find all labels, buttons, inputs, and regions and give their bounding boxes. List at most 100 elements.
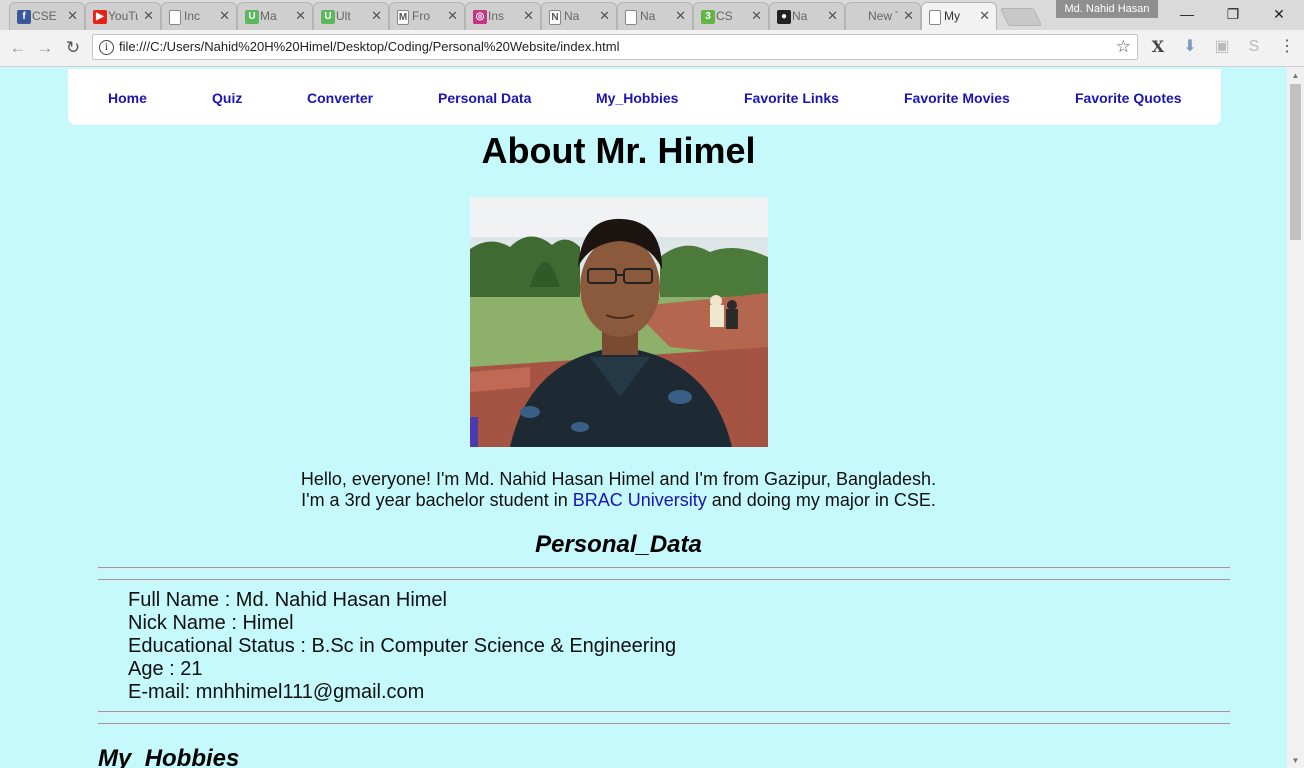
tab-title: Inc xyxy=(184,9,201,23)
tab-title: Na xyxy=(792,9,808,23)
tab-favicon-icon: M xyxy=(397,10,409,25)
nav-personal-data[interactable]: Personal Data xyxy=(438,69,531,128)
tab-favicon-icon: N xyxy=(549,10,561,25)
scroll-down-icon[interactable]: ▼ xyxy=(1287,756,1304,765)
intro-line-2-start: I'm a 3rd year bachelor student in xyxy=(301,490,573,510)
tab-title: Na xyxy=(640,9,656,23)
tab-favicon-icon: f xyxy=(17,10,31,24)
divider xyxy=(98,723,1230,725)
personal-details: Full Name : Md. Nahid Hasan Himel Nick N… xyxy=(128,589,676,704)
tab-favicon-icon xyxy=(169,10,181,25)
close-window-icon[interactable]: ✕ xyxy=(1256,0,1302,28)
restore-icon[interactable]: ❐ xyxy=(1210,0,1256,28)
page-viewport: Home Quiz Converter Personal Data My_Hob… xyxy=(0,67,1287,768)
tab-close-icon[interactable]: ✕ xyxy=(523,3,534,29)
tab-close-icon[interactable]: ✕ xyxy=(447,3,458,29)
tab-close-icon[interactable]: ✕ xyxy=(979,3,990,29)
download-icon[interactable]: ⬇ xyxy=(1179,36,1201,58)
profile-photo xyxy=(470,197,768,447)
scroll-up-icon[interactable]: ▲ xyxy=(1287,71,1304,80)
bookmark-star-icon[interactable]: ☆ xyxy=(1116,35,1131,59)
browser-tab[interactable]: U Ma ✕ xyxy=(237,2,313,30)
intro-line-1: Hello, everyone! I'm Md. Nahid Hasan Him… xyxy=(300,469,937,489)
tab-close-icon[interactable]: ✕ xyxy=(675,3,686,29)
tab-favicon-icon xyxy=(625,10,637,25)
nav-quiz[interactable]: Quiz xyxy=(212,69,242,128)
tab-title: Fro xyxy=(412,9,430,23)
tab-favicon-icon: ◎ xyxy=(473,10,487,24)
tab-strip: fCSE✕▶YouTube✕Inc✕UMa✕UUlt✕MFro✕◎Ins✕NNa… xyxy=(0,0,1304,30)
detail-age: Age : 21 xyxy=(128,658,203,680)
forward-icon[interactable]: → xyxy=(33,36,57,60)
my-hobbies-heading: My_Hobbies xyxy=(98,745,240,768)
tab-close-icon[interactable]: ✕ xyxy=(219,3,230,29)
nav-favorite-movies[interactable]: Favorite Movies xyxy=(904,69,1010,128)
intro-line-2: I'm a 3rd year bachelor student in BRAC … xyxy=(0,490,1237,511)
browser-tab[interactable]: N Na ✕ xyxy=(541,2,617,30)
vertical-scrollbar[interactable]: ▲ ▼ xyxy=(1287,67,1304,768)
intro-line-2-end: and doing my major in CSE. xyxy=(706,490,936,510)
browser-toolbar: ← → ↻ i file:///C:/Users/Nahid%20H%20Him… xyxy=(0,30,1304,67)
detail-nick-name: Nick Name : Himel xyxy=(128,612,294,634)
tab-title: My xyxy=(944,9,960,23)
tab-favicon-icon: U xyxy=(321,10,335,24)
tab-close-icon[interactable]: ✕ xyxy=(67,3,78,29)
detail-email: E-mail: mnhhimel111@gmail.com xyxy=(128,681,425,703)
tab-favicon-icon: 3 xyxy=(701,10,715,24)
detail-full-name: Full Name : Md. Nahid Hasan Himel xyxy=(128,589,447,611)
tab-close-icon[interactable]: ✕ xyxy=(371,3,382,29)
browser-tab[interactable]: New Ta ✕ xyxy=(845,2,921,30)
browser-tab[interactable]: M Fro ✕ xyxy=(389,2,465,30)
minimize-icon[interactable]: — xyxy=(1164,0,1210,28)
address-bar[interactable]: i file:///C:/Users/Nahid%20H%20Himel/Des… xyxy=(92,34,1138,60)
reload-icon[interactable]: ↻ xyxy=(61,36,85,60)
browser-tab[interactable]: My ✕ xyxy=(921,2,997,30)
brac-university-link[interactable]: BRAC University xyxy=(573,490,707,510)
nav-favorite-quotes[interactable]: Favorite Quotes xyxy=(1075,69,1182,128)
tab-favicon-icon: ● xyxy=(777,10,791,24)
tab-title: Ult xyxy=(336,9,351,23)
extension-x-icon[interactable]: X xyxy=(1147,36,1169,58)
tab-close-icon[interactable]: ✕ xyxy=(143,3,154,29)
scroll-thumb[interactable] xyxy=(1290,84,1301,240)
tab-title: Ins xyxy=(488,9,505,23)
profile-name[interactable]: Md. Nahid Hasan xyxy=(1056,0,1158,18)
tab-title: New Ta xyxy=(868,9,898,23)
browser-tab[interactable]: f CSE ✕ xyxy=(9,2,85,30)
intro-text: Hello, everyone! I'm Md. Nahid Hasan Him… xyxy=(0,469,1237,511)
address-url[interactable]: file:///C:/Users/Nahid%20H%20Himel/Deskt… xyxy=(119,35,620,59)
tab-favicon-icon xyxy=(929,10,941,25)
browser-tab[interactable]: Na ✕ xyxy=(617,2,693,30)
tab-title: CSE xyxy=(32,9,57,23)
divider xyxy=(98,579,1230,581)
tab-title: YouTube xyxy=(108,9,138,23)
browser-tab[interactable]: ▶YouTube ✕ xyxy=(85,2,161,30)
menu-kebab-icon[interactable]: ⋮ xyxy=(1276,36,1298,58)
nav-converter[interactable]: Converter xyxy=(307,69,373,128)
browser-tab[interactable]: 3 CS ✕ xyxy=(693,2,769,30)
tab-close-icon[interactable]: ✕ xyxy=(295,3,306,29)
browser-tab[interactable]: Inc ✕ xyxy=(161,2,237,30)
tab-title: Na xyxy=(564,9,580,23)
tab-favicon-icon: U xyxy=(245,10,259,24)
detail-education: Educational Status : B.Sc in Computer Sc… xyxy=(128,635,677,657)
nav-my-hobbies[interactable]: My_Hobbies xyxy=(596,69,678,128)
tab-close-icon[interactable]: ✕ xyxy=(751,3,762,29)
back-icon[interactable]: ← xyxy=(6,36,30,60)
browser-tab[interactable]: U Ult ✕ xyxy=(313,2,389,30)
divider xyxy=(98,711,1230,713)
new-tab-button[interactable] xyxy=(999,8,1043,26)
info-icon[interactable]: i xyxy=(99,40,114,55)
tab-title: CS xyxy=(716,9,733,23)
pdf-extension-icon[interactable]: ▣ xyxy=(1211,36,1233,58)
tab-close-icon[interactable]: ✕ xyxy=(599,3,610,29)
tab-favicon-icon: ▶ xyxy=(93,10,107,24)
browser-tab[interactable]: ● Na ✕ xyxy=(769,2,845,30)
tab-close-icon[interactable]: ✕ xyxy=(903,3,914,29)
personal-data-heading: Personal_Data xyxy=(535,531,702,558)
nav-favorite-links[interactable]: Favorite Links xyxy=(744,69,839,128)
nav-home[interactable]: Home xyxy=(108,69,147,128)
skype-icon[interactable]: S xyxy=(1243,36,1265,58)
tab-close-icon[interactable]: ✕ xyxy=(827,3,838,29)
browser-tab[interactable]: ◎ Ins ✕ xyxy=(465,2,541,30)
